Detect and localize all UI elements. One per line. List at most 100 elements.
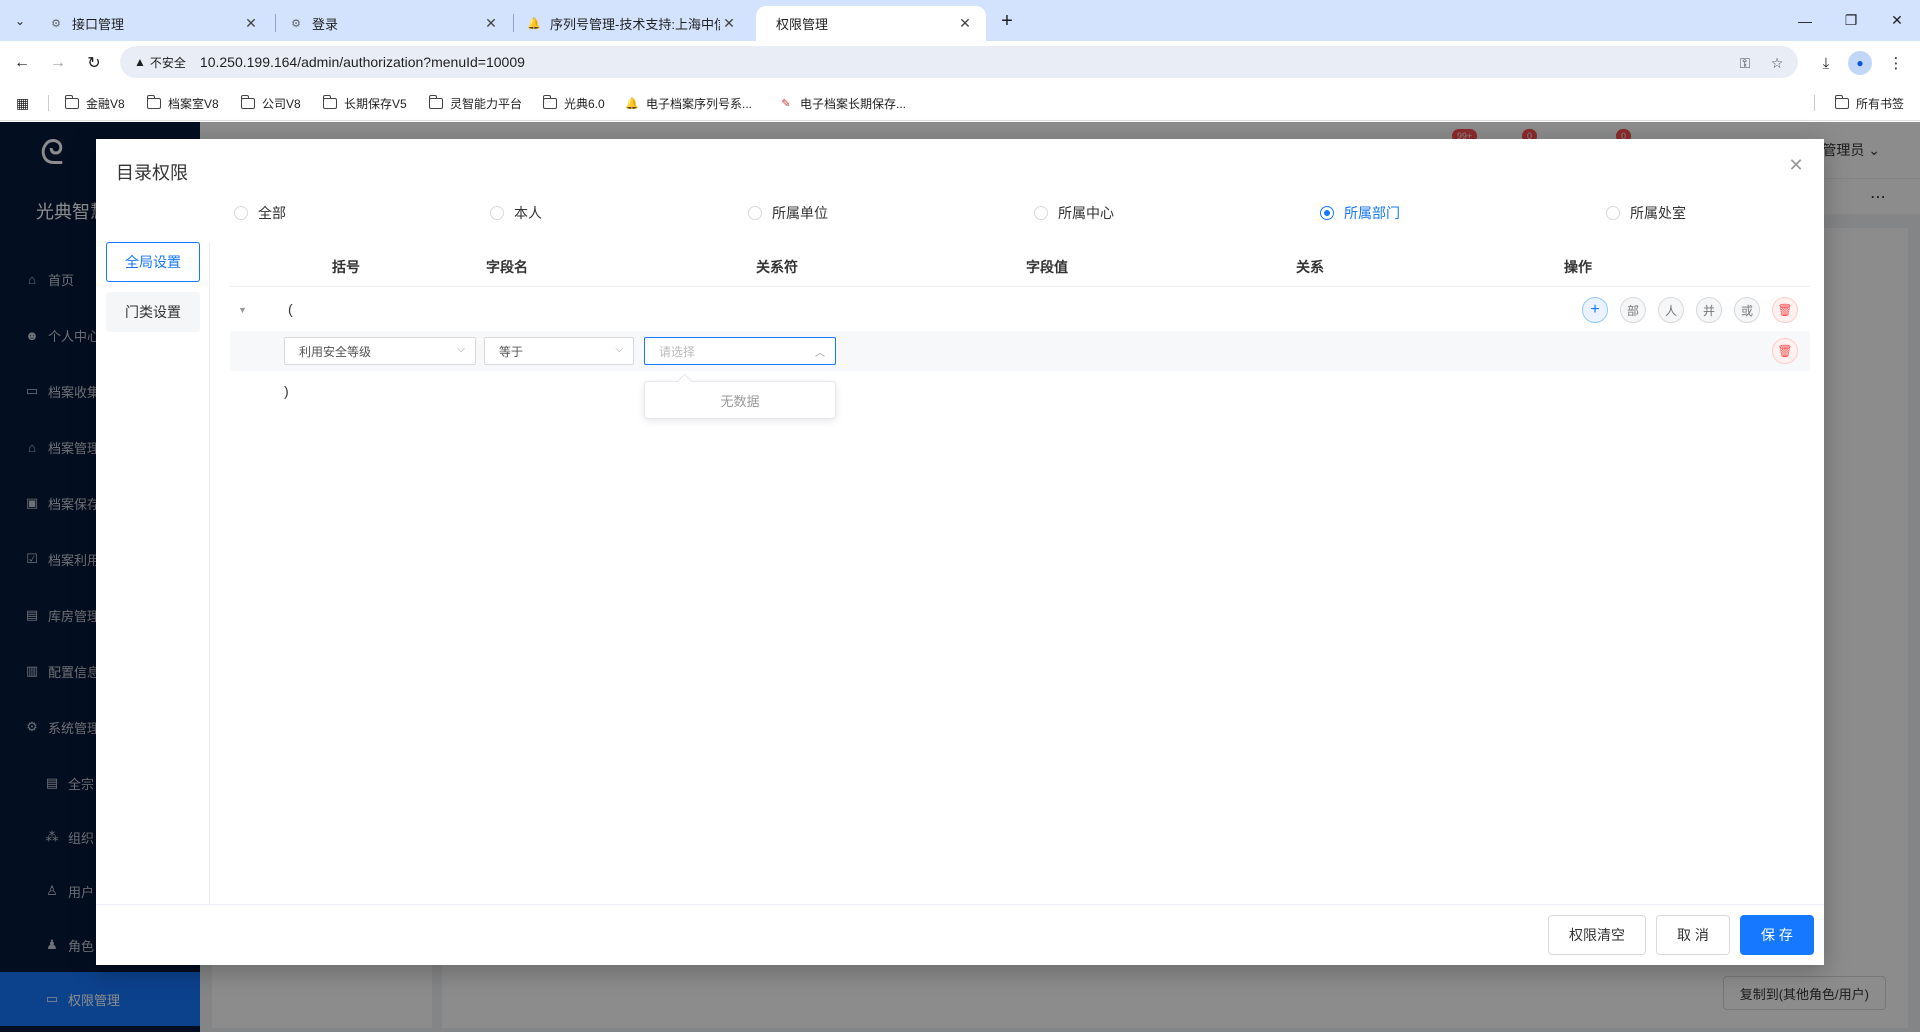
dialog-footer: 权限清空 取 消 保 存 xyxy=(96,904,1824,965)
delete-group-button[interactable]: 🗑 xyxy=(1772,297,1798,323)
radio-label: 全部 xyxy=(258,205,286,221)
tab-close-icon[interactable]: ✕ xyxy=(956,15,974,33)
radio-label: 所属中心 xyxy=(1058,205,1114,221)
select-value: 等于 xyxy=(499,344,524,359)
op-and-button[interactable]: 并 xyxy=(1696,297,1722,323)
scope-radio-self[interactable]: 本人 xyxy=(490,203,542,223)
tab-close-icon[interactable]: ✕ xyxy=(242,15,260,33)
plus-icon: + xyxy=(1001,9,1013,32)
radio-circle xyxy=(1320,206,1334,220)
restore-icon[interactable]: ❐ xyxy=(1828,0,1874,41)
chevron-down-icon: ⌵ xyxy=(615,344,623,355)
bookmark-star-icon[interactable]: ☆ xyxy=(1768,54,1786,72)
browser-tab-0[interactable]: ⚙ 接口管理 ✕ xyxy=(36,6,272,41)
address-bar[interactable]: ▲ 不安全 10.250.199.164/admin/authorization… xyxy=(120,46,1798,78)
back-icon[interactable]: ← xyxy=(8,49,36,77)
bookmark-item[interactable]: 🔔 电子档案序列号系... xyxy=(624,92,752,114)
browser-tab-1[interactable]: ⚙ 登录 ✕ xyxy=(276,6,512,41)
clear-permissions-button[interactable]: 权限清空 xyxy=(1548,915,1646,955)
op-person-button[interactable]: 人 xyxy=(1658,297,1684,323)
url-text[interactable]: 10.250.199.164/admin/authorization?menuI… xyxy=(200,54,525,70)
bookmark-label: 灵智能力平台 xyxy=(450,96,523,111)
tab-search-icon[interactable]: ⌄ xyxy=(8,9,32,33)
col-bracket: 括号 xyxy=(332,259,360,275)
bookmark-item[interactable]: ✎ 电子档案长期保存... xyxy=(778,92,906,114)
reload-icon[interactable]: ↻ xyxy=(80,49,108,77)
all-bookmarks[interactable]: 所有书签 xyxy=(1834,92,1904,114)
bookmark-item[interactable]: 灵智能力平台 xyxy=(428,92,522,114)
directory-permission-dialog: 目录权限 ✕ 全部 本人 所属单位 所属中心 所属部门 所属处室 全局设置 门类… xyxy=(96,139,1824,965)
close-paren: ) xyxy=(284,383,289,399)
minimize-icon[interactable]: — xyxy=(1782,0,1828,41)
radio-circle xyxy=(1034,206,1048,220)
bookmark-item[interactable]: 档案室V8 xyxy=(146,92,219,114)
radio-circle xyxy=(1606,206,1620,220)
col-actions: 操作 xyxy=(1564,259,1592,275)
folder-icon xyxy=(240,94,255,109)
open-paren: ( xyxy=(288,301,293,317)
delete-condition-button[interactable]: 🗑 xyxy=(1772,338,1798,364)
apps-grid-icon[interactable]: ▦ xyxy=(16,92,29,114)
close-icon[interactable]: ✕ xyxy=(1786,155,1806,175)
tab-close-icon[interactable]: ✕ xyxy=(482,15,500,33)
bookmark-item[interactable]: 公司V8 xyxy=(240,92,301,114)
security-label: 不安全 xyxy=(149,55,186,70)
cancel-button[interactable]: 取 消 xyxy=(1656,915,1730,955)
field-name-select[interactable]: 利用安全等级 ⌵ xyxy=(284,337,476,365)
close-window-icon[interactable]: ✕ xyxy=(1874,0,1920,41)
browser-tabbar: ⌄ ⚙ 接口管理 ✕ ⚙ 登录 ✕ 🔔 序列号管理-技术支持:上海中信 ✕ 权限… xyxy=(0,0,1920,41)
browser-toolbar: ← → ↻ ▲ 不安全 10.250.199.164/admin/authori… xyxy=(0,41,1920,83)
collapse-caret-icon[interactable]: ▼ xyxy=(238,305,247,315)
trash-icon: 🗑 xyxy=(1777,344,1793,358)
bookmark-item[interactable]: 金融V8 xyxy=(64,92,125,114)
field-value-select[interactable]: 请选择 ︿ xyxy=(644,337,836,365)
scope-radio-center[interactable]: 所属中心 xyxy=(1034,203,1114,223)
bookmark-label: 光典6.0 xyxy=(564,96,605,111)
bookmark-divider xyxy=(1814,95,1815,111)
tab-global-settings[interactable]: 全局设置 xyxy=(106,242,200,282)
tab-title: 登录 xyxy=(312,17,339,32)
scope-radio-unit[interactable]: 所属单位 xyxy=(748,203,828,223)
bell-icon: 🔔 xyxy=(625,97,639,110)
bookmark-label: 公司V8 xyxy=(262,96,301,111)
more-menu-icon[interactable]: ⋮ xyxy=(1884,51,1908,75)
folder-icon xyxy=(322,94,337,109)
forward-icon[interactable]: → xyxy=(44,49,72,77)
security-chip[interactable]: ▲ 不安全 xyxy=(126,50,194,74)
add-condition-button[interactable]: + xyxy=(1582,297,1608,323)
bookmark-item[interactable]: 光典6.0 xyxy=(542,92,605,114)
tab-category-settings[interactable]: 门类设置 xyxy=(106,292,200,332)
profile-avatar-icon[interactable]: ● xyxy=(1848,51,1872,75)
scope-radio-section[interactable]: 所属处室 xyxy=(1606,203,1686,223)
bookmark-item[interactable]: 长期保存V5 xyxy=(322,92,407,114)
new-tab-button[interactable]: + xyxy=(994,8,1020,34)
tab-title: 接口管理 xyxy=(72,17,125,32)
dialog-title: 目录权限 xyxy=(116,163,188,183)
download-icon[interactable]: ⤓ xyxy=(1814,51,1838,75)
op-department-button[interactable]: 部 xyxy=(1620,297,1646,323)
bell-icon: 🔔 xyxy=(527,18,541,30)
group-row: ▼ ( + 部 人 并 或 🗑 xyxy=(230,291,1810,329)
op-or-button[interactable]: 或 xyxy=(1734,297,1760,323)
bookmark-label: 长期保存V5 xyxy=(344,96,407,111)
radio-circle xyxy=(748,206,762,220)
operator-select[interactable]: 等于 ⌵ xyxy=(484,337,634,365)
radio-circle xyxy=(234,206,248,220)
site-icon: ✎ xyxy=(781,97,791,110)
settings-left-nav: 全局设置 门类设置 xyxy=(96,242,210,904)
password-key-icon[interactable]: ⚿ xyxy=(1736,54,1754,72)
condition-row: 利用安全等级 ⌵ 等于 ⌵ 请选择 ︿ 🗑 xyxy=(230,331,1810,371)
col-field-name: 字段名 xyxy=(486,259,528,275)
scope-radio-department[interactable]: 所属部门 xyxy=(1320,203,1400,223)
browser-tab-3[interactable]: 权限管理 ✕ xyxy=(756,6,986,41)
bookmark-label: 电子档案长期保存... xyxy=(800,96,907,111)
browser-tab-2[interactable]: 🔔 序列号管理-技术支持:上海中信 ✕ xyxy=(514,6,750,41)
save-button[interactable]: 保 存 xyxy=(1740,915,1814,955)
value-dropdown: 无数据 xyxy=(644,381,836,419)
folder-icon xyxy=(146,94,161,109)
scope-radio-group: 全部 本人 所属单位 所属中心 所属部门 所属处室 xyxy=(96,197,1824,227)
scope-radio-all[interactable]: 全部 xyxy=(234,203,286,223)
col-field-value: 字段值 xyxy=(1026,259,1068,275)
radio-label: 所属单位 xyxy=(772,205,828,221)
tab-close-icon[interactable]: ✕ xyxy=(720,15,738,33)
